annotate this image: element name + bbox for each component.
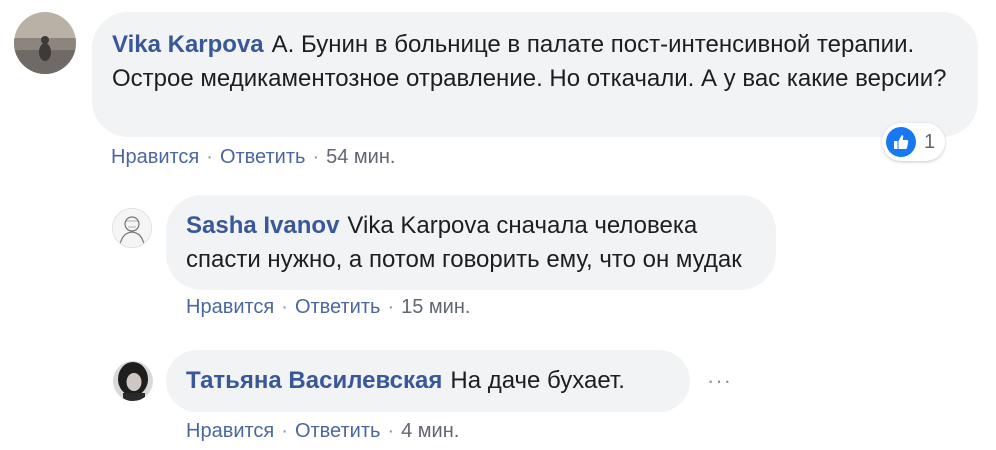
reply-link[interactable]: Ответить xyxy=(220,146,306,168)
separator: · xyxy=(387,420,395,442)
comment-actions: Нравится · Ответить · 15 мин. xyxy=(186,296,470,319)
comment-text: На даче бухает. xyxy=(450,367,625,394)
comment-actions: Нравится · Ответить · 4 мин. xyxy=(186,420,459,443)
comment-time[interactable]: 15 мин. xyxy=(401,296,470,318)
separator: · xyxy=(206,146,213,168)
avatar[interactable] xyxy=(14,12,76,74)
separator: · xyxy=(281,296,288,318)
like-link[interactable]: Нравится xyxy=(186,420,274,442)
comment-bubble: Vika Karpova А. Бунин в больнице в палате… xyxy=(92,12,978,137)
comment-author[interactable]: Sasha Ivanov xyxy=(186,212,339,239)
separator: · xyxy=(387,296,395,318)
like-icon xyxy=(886,127,916,157)
comment-actions: Нравится · Ответить · 54 мин. xyxy=(111,146,395,169)
reaction-count[interactable]: 1 xyxy=(882,123,946,161)
comment-bubble: Татьяна Василевская На даче бухает. xyxy=(166,350,690,412)
like-link[interactable]: Нравится xyxy=(186,296,274,318)
comment-bubble: Sasha Ivanov Vika Karpova сначала человек… xyxy=(166,195,776,290)
like-link[interactable]: Нравится xyxy=(111,146,199,168)
reply-link[interactable]: Ответить xyxy=(295,420,381,442)
reaction-count-text: 1 xyxy=(924,130,936,153)
comment-time[interactable]: 4 мин. xyxy=(401,420,459,442)
separator: · xyxy=(312,146,320,168)
avatar[interactable] xyxy=(113,361,153,401)
reply-link[interactable]: Ответить xyxy=(295,296,381,318)
comment-author[interactable]: Татьяна Василевская xyxy=(186,367,442,394)
comment-author[interactable]: Vika Karpova xyxy=(112,31,264,58)
more-options-icon[interactable]: ··· xyxy=(707,368,732,394)
separator: · xyxy=(281,420,288,442)
comment-time[interactable]: 54 мин. xyxy=(326,146,395,168)
avatar[interactable] xyxy=(112,208,152,248)
